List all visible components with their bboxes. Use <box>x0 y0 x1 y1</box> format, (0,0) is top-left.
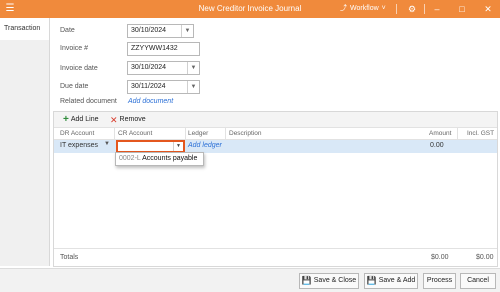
add-ledger-link[interactable]: Add ledger <box>188 142 222 149</box>
column-ledger[interactable]: Ledger <box>188 130 208 137</box>
column-description[interactable]: Description <box>229 130 262 137</box>
save-icon: 💾 <box>301 276 312 285</box>
due-date-label: Due date <box>60 83 89 90</box>
grid-header: DR Account CR Account Ledger Description… <box>54 128 497 140</box>
date-value: 30/10/2024 <box>131 27 167 34</box>
column-dr-account[interactable]: DR Account <box>60 130 94 137</box>
account-code: 0002-L <box>119 155 141 162</box>
chevron-down-icon[interactable]: ▼ <box>181 25 193 37</box>
grid-totals: Totals $0.00 $0.00 <box>54 248 497 266</box>
chevron-down-icon: ˅ <box>381 5 386 12</box>
journal-lines-grid: + Add Line ✕ Remove DR Account CR Accoun… <box>53 111 498 267</box>
totals-incl-gst: $0.00 <box>476 254 494 261</box>
column-cr-account[interactable]: CR Account <box>118 130 152 137</box>
app-menu-icon[interactable]: ☰ <box>4 3 16 15</box>
chevron-down-icon[interactable]: ▼ <box>104 141 110 147</box>
add-line-button[interactable]: + Add Line <box>63 114 98 126</box>
plus-icon: + <box>63 114 69 125</box>
invoice-number-field[interactable]: ZZYYWW1432 <box>127 42 200 56</box>
save-icon: 💾 <box>366 276 377 285</box>
action-bar: 💾 Save & Close 💾 Save & Add Process Canc… <box>0 268 500 292</box>
invoice-date-field[interactable]: 30/10/2024 ▼ <box>127 61 200 75</box>
grid-toolbar: + Add Line ✕ Remove <box>54 112 497 128</box>
maximize-icon[interactable]: □ <box>453 0 471 18</box>
column-divider <box>225 128 226 140</box>
date-field[interactable]: 30/10/2024 ▼ <box>127 24 194 38</box>
workflow-button[interactable]: ⤴ Workflow ˅ <box>340 0 386 18</box>
related-document-label: Related document <box>60 98 117 105</box>
cr-account-dropdown-option[interactable]: 0002-L Accounts payable <box>115 152 204 166</box>
save-add-button[interactable]: 💾 Save & Add <box>364 273 418 289</box>
title-separator <box>424 4 425 14</box>
title-separator <box>396 4 397 14</box>
invoice-date-label: Invoice date <box>60 65 98 72</box>
column-divider <box>457 128 458 140</box>
due-date-field[interactable]: 30/11/2024 ▼ <box>127 80 200 94</box>
column-amount[interactable]: Amount <box>429 130 451 137</box>
amount-cell[interactable]: 0.00 <box>430 142 444 149</box>
process-label: Process <box>426 277 453 284</box>
invoice-number-value: ZZYYWW1432 <box>131 45 178 52</box>
invoice-number-label: Invoice # <box>60 45 89 52</box>
save-add-label: Save & Add <box>378 277 416 284</box>
workflow-icon: ⤴ <box>340 5 347 12</box>
totals-amount: $0.00 <box>431 254 449 261</box>
column-divider <box>114 128 115 140</box>
remove-button[interactable]: ✕ Remove <box>110 114 146 126</box>
chevron-down-icon[interactable]: ▼ <box>187 81 199 93</box>
tab-strip <box>0 40 50 266</box>
close-icon[interactable]: ✕ <box>479 0 497 18</box>
tab-transaction[interactable]: Transaction <box>0 18 50 40</box>
date-label: Date <box>60 27 75 34</box>
process-button[interactable]: Process <box>423 273 456 289</box>
save-close-label: Save & Close <box>313 277 357 284</box>
dr-account-cell[interactable]: IT expenses <box>60 142 98 149</box>
chevron-down-icon[interactable]: ▼ <box>187 62 199 74</box>
chevron-down-icon[interactable]: ▼ <box>173 142 183 151</box>
add-line-label: Add Line <box>70 116 99 123</box>
save-close-button[interactable]: 💾 Save & Close <box>299 273 359 289</box>
column-incl-gst[interactable]: Incl. GST <box>467 130 494 137</box>
invoice-date-value: 30/10/2024 <box>131 64 167 71</box>
window-title: New Creditor Invoice Journal <box>198 4 302 13</box>
minimize-icon[interactable]: – <box>428 0 446 18</box>
add-document-link[interactable]: Add document <box>128 98 173 105</box>
settings-gear-icon[interactable]: ⚙ <box>403 0 421 18</box>
column-divider <box>185 128 186 140</box>
remove-x-icon: ✕ <box>110 115 118 125</box>
cancel-label: Cancel <box>467 277 489 284</box>
remove-label: Remove <box>119 116 146 123</box>
due-date-value: 30/11/2024 <box>131 83 166 90</box>
cancel-button[interactable]: Cancel <box>460 273 496 289</box>
account-name: Accounts payable <box>142 155 198 162</box>
totals-label: Totals <box>60 254 79 261</box>
title-bar: ☰ New Creditor Invoice Journal ⤴ Workflo… <box>0 0 500 18</box>
workflow-label: Workflow <box>350 5 379 12</box>
